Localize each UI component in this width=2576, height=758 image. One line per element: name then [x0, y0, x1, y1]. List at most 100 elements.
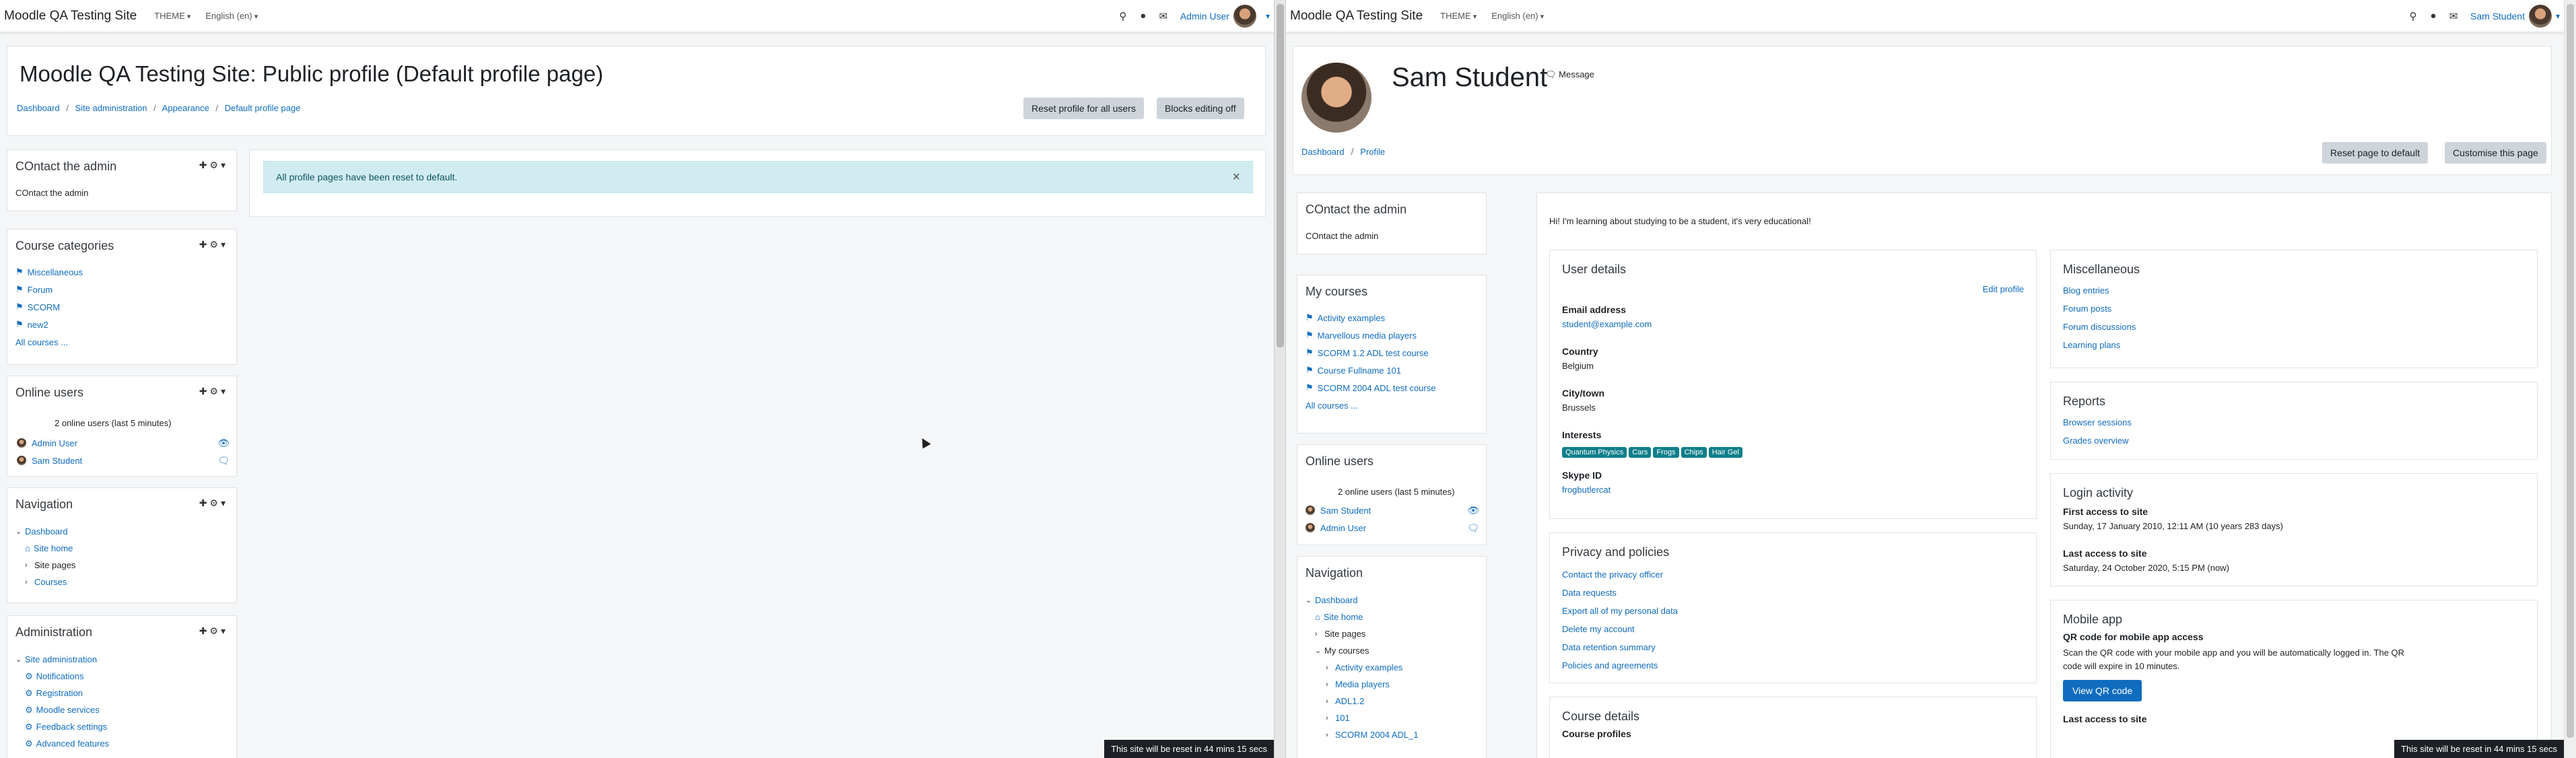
nav-site-pages-label[interactable]: Site pages — [34, 560, 75, 570]
bell-icon[interactable]: ● — [1136, 9, 1151, 24]
nav-course-label[interactable]: Media players — [1335, 679, 1390, 689]
nav-dashboard[interactable]: ⌄ Dashboard — [1306, 592, 1419, 609]
online-user-link[interactable]: Admin User — [32, 438, 77, 448]
nav-course[interactable]: › SCORM 2004 ADL_1 — [1306, 726, 1419, 743]
nav-site-home[interactable]: ⌂ Site home — [15, 540, 75, 557]
eye-icon[interactable]: 👁 — [1467, 505, 1479, 516]
nav-site-home-label[interactable]: Site home — [1324, 612, 1363, 622]
course-link[interactable]: SCORM 1.2 ADL test course — [1318, 348, 1429, 358]
nav-course[interactable]: › Activity examples — [1306, 659, 1419, 676]
block-actions-icon[interactable]: ✚⚙▾ — [199, 386, 228, 397]
breadcrumb-default-profile[interactable]: Default profile page — [225, 103, 301, 113]
report-link[interactable]: Browser sessions — [2063, 413, 2132, 432]
nav-site-admin[interactable]: ⌄ Site administration — [15, 651, 109, 668]
category-link[interactable]: Miscellaneous — [28, 267, 83, 277]
list-item[interactable]: ⚑ Miscellaneous — [15, 263, 83, 281]
user-menu-name[interactable]: Admin User — [1180, 11, 1229, 22]
avatar[interactable] — [1233, 4, 1256, 28]
breadcrumb-site-admin[interactable]: Site administration — [75, 103, 147, 113]
interest-tag[interactable]: Frogs — [1653, 447, 1679, 458]
nav-courses-label[interactable]: Courses — [34, 577, 67, 587]
misc-link[interactable]: Learning plans — [2063, 336, 2136, 354]
user-menu-name[interactable]: Sam Student — [2470, 11, 2525, 22]
email-link[interactable]: student@example.com — [1562, 319, 1652, 329]
list-item[interactable]: ⚑ Forum — [15, 281, 83, 298]
nav-course-label[interactable]: Activity examples — [1335, 662, 1402, 673]
site-brand[interactable]: Moodle QA Testing Site — [4, 9, 137, 24]
interest-tag[interactable]: Hair Gel — [1708, 447, 1743, 458]
all-courses-text[interactable]: All courses ... — [1306, 401, 1358, 411]
nav-dashboard-label[interactable]: Dashboard — [25, 526, 68, 537]
privacy-link[interactable]: Data requests — [1562, 584, 1678, 602]
breadcrumb-appearance[interactable]: Appearance — [162, 103, 209, 113]
admin-item-label[interactable]: Notifications — [36, 671, 84, 681]
scrollbar[interactable] — [1274, 0, 1286, 758]
report-link[interactable]: Grades overview — [2063, 432, 2132, 450]
scrollbar[interactable] — [2564, 0, 2576, 758]
nav-site-pages[interactable]: › Site pages — [1306, 625, 1419, 642]
interest-tag[interactable]: Cars — [1629, 447, 1652, 458]
block-actions-icon[interactable]: ✚⚙▾ — [199, 239, 228, 250]
reset-profile-button[interactable]: Reset profile for all users — [1023, 98, 1144, 119]
category-link[interactable]: Forum — [28, 285, 53, 295]
privacy-link[interactable]: Policies and agreements — [1562, 656, 1678, 675]
course-link[interactable]: Marvellous media players — [1318, 331, 1417, 341]
skype-link[interactable]: frogbutlercat — [1562, 485, 1611, 495]
search-icon[interactable]: ⚲ — [2406, 9, 2420, 24]
privacy-link[interactable]: Export all of my personal data — [1562, 602, 1678, 620]
scrollbar-thumb[interactable] — [1277, 4, 1284, 347]
customise-page-button[interactable]: Customise this page — [2445, 142, 2546, 164]
theme-menu[interactable]: THEME — [1440, 11, 1477, 21]
misc-link[interactable]: Forum discussions — [2063, 318, 2136, 336]
list-item[interactable]: ⚑ Activity examples — [1306, 309, 1435, 326]
all-courses-link[interactable]: All courses ... — [15, 333, 83, 351]
admin-item[interactable]: ⚙ Registration — [15, 685, 109, 701]
block-actions-icon[interactable]: ✚⚙▾ — [199, 497, 228, 509]
message-icon[interactable]: 🗨 — [1467, 522, 1479, 534]
admin-item-label[interactable]: Registration — [36, 688, 83, 698]
list-item[interactable]: ⚑ SCORM 2004 ADL test course — [1306, 379, 1435, 397]
message-icon[interactable]: 🗨 — [217, 455, 230, 467]
list-item[interactable]: ⚑ SCORM — [15, 298, 83, 316]
avatar[interactable] — [2528, 4, 2552, 28]
block-actions-icon[interactable]: ✚⚙▾ — [199, 160, 228, 171]
nav-courses[interactable]: › Courses — [15, 574, 75, 590]
admin-item[interactable]: ⚙ Advanced features — [15, 735, 109, 752]
nav-my-courses[interactable]: ⌄ My courses — [1306, 642, 1419, 659]
language-menu[interactable]: English (en) — [1491, 11, 1544, 21]
site-admin-label[interactable]: Site administration — [25, 654, 97, 664]
admin-item[interactable]: ⚙ Notifications — [15, 668, 109, 685]
bell-icon[interactable]: ● — [2426, 9, 2441, 24]
misc-link[interactable]: Blog entries — [2063, 281, 2136, 300]
list-item[interactable]: ⚑ Course Fullname 101 — [1306, 361, 1435, 379]
nav-course[interactable]: › Media players — [1306, 676, 1419, 693]
nav-course[interactable]: › ADL1.2 — [1306, 693, 1419, 710]
privacy-link[interactable]: Delete my account — [1562, 620, 1678, 638]
list-item[interactable]: ⚑ SCORM 1.2 ADL test course — [1306, 344, 1435, 361]
breadcrumb-dashboard[interactable]: Dashboard — [17, 103, 60, 113]
nav-dashboard-label[interactable]: Dashboard — [1315, 595, 1358, 605]
online-user-link[interactable]: Admin User — [1320, 523, 1366, 533]
course-link[interactable]: SCORM 2004 ADL test course — [1318, 383, 1436, 393]
admin-item[interactable]: ⚙ Feedback settings — [15, 718, 109, 735]
all-courses-text[interactable]: All courses ... — [15, 337, 68, 347]
nav-site-pages[interactable]: › Site pages — [15, 557, 75, 574]
view-qr-code-button[interactable]: View QR code — [2063, 680, 2142, 701]
admin-item-label[interactable]: Advanced features — [36, 738, 109, 749]
interest-tag[interactable]: Quantum Physics — [1562, 447, 1627, 458]
scrollbar-thumb[interactable] — [2567, 4, 2574, 738]
theme-menu[interactable]: THEME — [154, 11, 191, 21]
language-menu[interactable]: English (en) — [205, 11, 258, 21]
nav-site-pages-label[interactable]: Site pages — [1324, 629, 1365, 639]
close-icon[interactable]: × — [1232, 170, 1240, 185]
nav-course-label[interactable]: 101 — [1335, 713, 1350, 723]
breadcrumb-dashboard[interactable]: Dashboard — [1301, 147, 1345, 157]
nav-site-home[interactable]: ⌂ Site home — [1306, 609, 1419, 625]
all-courses-link[interactable]: All courses ... — [1306, 397, 1435, 414]
search-icon[interactable]: ⚲ — [1116, 9, 1130, 24]
eye-icon[interactable]: 👁 — [217, 438, 230, 449]
nav-course-label[interactable]: ADL1.2 — [1335, 696, 1364, 706]
chevron-down-icon[interactable]: ▾ — [1266, 11, 1270, 21]
admin-item-label[interactable]: Moodle services — [36, 705, 100, 715]
breadcrumb-profile[interactable]: Profile — [1360, 147, 1385, 157]
